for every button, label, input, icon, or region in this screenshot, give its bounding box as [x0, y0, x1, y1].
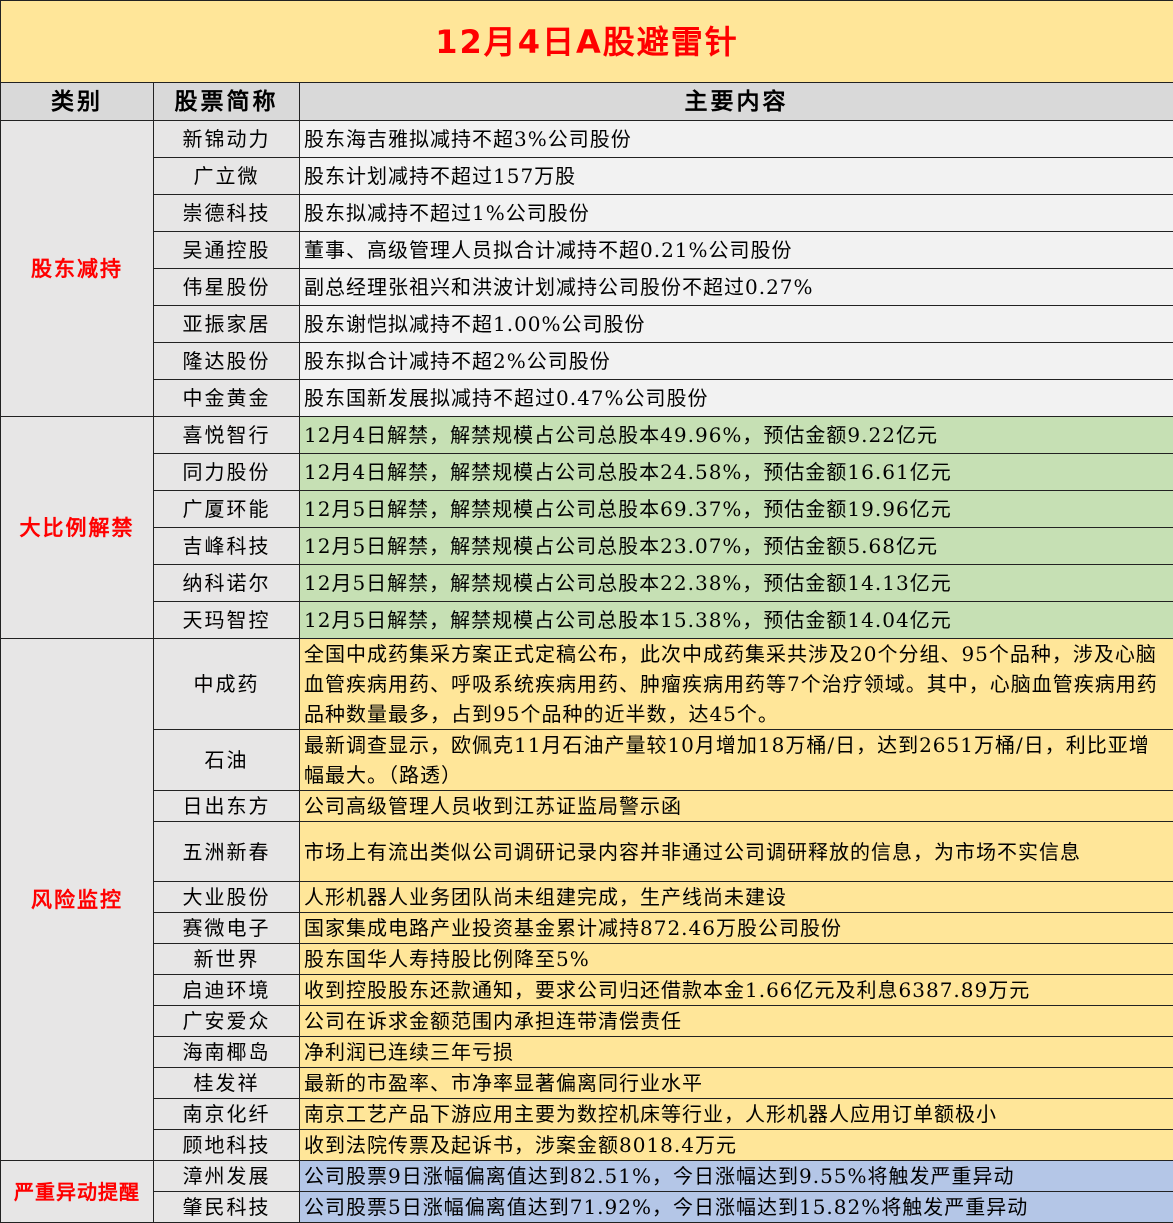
stock-name-cell: 中金黄金 [154, 380, 300, 417]
stock-name-cell: 新锦动力 [154, 121, 300, 158]
stock-name-cell: 南京化纤 [154, 1099, 300, 1130]
stock-name-cell: 吉峰科技 [154, 528, 300, 565]
stock-name-cell: 喜悦智行 [154, 417, 300, 454]
content-cell: 12月5日解禁，解禁规模占公司总股本15.38%，预估金额14.04亿元 [300, 602, 1173, 639]
stock-warning-table: 12月4日A股避雷针 类别 股票简称 主要内容 股东减持新锦动力股东海吉雅拟减持… [0, 0, 1173, 1223]
content-cell: 收到法院传票及起诉书，涉案金额8018.4万元 [300, 1130, 1173, 1161]
table-row: 新世界股东国华人寿持股比例降至5% [1, 944, 1173, 975]
content-cell: 南京工艺产品下游应用主要为数控机床等行业，人形机器人应用订单额极小 [300, 1099, 1173, 1130]
table-row: 吉峰科技12月5日解禁，解禁规模占公司总股本23.07%，预估金额5.68亿元 [1, 528, 1173, 565]
table-row: 纳科诺尔12月5日解禁，解禁规模占公司总股本22.38%，预估金额14.13亿元 [1, 565, 1173, 602]
stock-name-cell: 漳州发展 [154, 1161, 300, 1192]
content-cell: 最新调查显示，欧佩克11月石油产量较10月增加18万桶/日，达到2651万桶/日… [300, 730, 1173, 791]
content-cell: 董事、高级管理人员拟合计减持不超0.21%公司股份 [300, 232, 1173, 269]
stock-name-cell: 吴通控股 [154, 232, 300, 269]
table-row: 赛微电子国家集成电路产业投资基金累计减持872.46万股公司股份 [1, 913, 1173, 944]
content-cell: 股东拟减持不超过1%公司股份 [300, 195, 1173, 232]
stock-name-cell: 大业股份 [154, 882, 300, 913]
stock-name-cell: 启迪环境 [154, 975, 300, 1006]
content-cell: 股东国华人寿持股比例降至5% [300, 944, 1173, 975]
table-row: 桂发祥最新的市盈率、市净率显著偏离同行业水平 [1, 1068, 1173, 1099]
table-row: 大业股份人形机器人业务团队尚未组建完成，生产线尚未建设 [1, 882, 1173, 913]
table-row: 广厦环能12月5日解禁，解禁规模占公司总股本69.37%，预估金额19.96亿元 [1, 491, 1173, 528]
content-cell: 最新的市盈率、市净率显著偏离同行业水平 [300, 1068, 1173, 1099]
header-content: 主要内容 [300, 83, 1173, 121]
table-row: 伟星股份副总经理张祖兴和洪波计划减持公司股份不超过0.27% [1, 269, 1173, 306]
table-row: 严重异动提醒漳州发展公司股票9日涨幅偏离值达到82.51%，今日涨幅达到9.55… [1, 1161, 1173, 1192]
table-row: 启迪环境收到控股股东还款通知，要求公司归还借款本金1.66亿元及利息6387.8… [1, 975, 1173, 1006]
content-cell: 公司在诉求金额范围内承担连带清偿责任 [300, 1006, 1173, 1037]
table-row: 风险监控中成药全国中成药集采方案正式定稿公布，此次中成药集采共涉及20个分组、9… [1, 639, 1173, 730]
stock-name-cell: 海南椰岛 [154, 1037, 300, 1068]
table-row: 广安爱众公司在诉求金额范围内承担连带清偿责任 [1, 1006, 1173, 1037]
table-row: 日出东方公司高级管理人员收到江苏证监局警示函 [1, 791, 1173, 822]
header-row: 类别 股票简称 主要内容 [1, 83, 1173, 121]
category-cell: 严重异动提醒 [1, 1161, 154, 1223]
stock-name-cell: 顾地科技 [154, 1130, 300, 1161]
content-cell: 股东谢恺拟减持不超1.00%公司股份 [300, 306, 1173, 343]
table-row: 股东减持新锦动力股东海吉雅拟减持不超3%公司股份 [1, 121, 1173, 158]
stock-name-cell: 隆达股份 [154, 343, 300, 380]
content-cell: 股东海吉雅拟减持不超3%公司股份 [300, 121, 1173, 158]
content-cell: 公司股票9日涨幅偏离值达到82.51%，今日涨幅达到9.55%将触发严重异动 [300, 1161, 1173, 1192]
content-cell: 人形机器人业务团队尚未组建完成，生产线尚未建设 [300, 882, 1173, 913]
stock-name-cell: 赛微电子 [154, 913, 300, 944]
content-cell: 12月5日解禁，解禁规模占公司总股本23.07%，预估金额5.68亿元 [300, 528, 1173, 565]
table-row: 顾地科技收到法院传票及起诉书，涉案金额8018.4万元 [1, 1130, 1173, 1161]
content-cell: 股东拟合计减持不超2%公司股份 [300, 343, 1173, 380]
content-cell: 国家集成电路产业投资基金累计减持872.46万股公司股份 [300, 913, 1173, 944]
table-row: 崇德科技股东拟减持不超过1%公司股份 [1, 195, 1173, 232]
category-cell: 大比例解禁 [1, 417, 154, 639]
stock-name-cell: 石油 [154, 730, 300, 791]
stock-name-cell: 广安爱众 [154, 1006, 300, 1037]
table-row: 海南椰岛净利润已连续三年亏损 [1, 1037, 1173, 1068]
table-row: 广立微股东计划减持不超过157万股 [1, 158, 1173, 195]
table-row: 五洲新春市场上有流出类似公司调研记录内容并非通过公司调研释放的信息，为市场不实信… [1, 822, 1173, 882]
table-row: 亚振家居股东谢恺拟减持不超1.00%公司股份 [1, 306, 1173, 343]
category-cell: 股东减持 [1, 121, 154, 417]
content-cell: 公司股票5日涨幅偏离值达到71.92%，今日涨幅达到15.82%将触发严重异动 [300, 1192, 1173, 1223]
table-row: 大比例解禁喜悦智行12月4日解禁，解禁规模占公司总股本49.96%，预估金额9.… [1, 417, 1173, 454]
table-row: 吴通控股董事、高级管理人员拟合计减持不超0.21%公司股份 [1, 232, 1173, 269]
content-cell: 股东国新发展拟减持不超过0.47%公司股份 [300, 380, 1173, 417]
content-cell: 收到控股股东还款通知，要求公司归还借款本金1.66亿元及利息6387.89万元 [300, 975, 1173, 1006]
stock-name-cell: 纳科诺尔 [154, 565, 300, 602]
table-row: 中金黄金股东国新发展拟减持不超过0.47%公司股份 [1, 380, 1173, 417]
stock-name-cell: 崇德科技 [154, 195, 300, 232]
page-title: 12月4日A股避雷针 [1, 1, 1173, 83]
table-row: 石油最新调查显示，欧佩克11月石油产量较10月增加18万桶/日，达到2651万桶… [1, 730, 1173, 791]
table-row: 同力股份12月4日解禁，解禁规模占公司总股本24.58%，预估金额16.61亿元 [1, 454, 1173, 491]
stock-name-cell: 新世界 [154, 944, 300, 975]
stock-name-cell: 中成药 [154, 639, 300, 730]
content-cell: 12月5日解禁，解禁规模占公司总股本22.38%，预估金额14.13亿元 [300, 565, 1173, 602]
content-cell: 公司高级管理人员收到江苏证监局警示函 [300, 791, 1173, 822]
category-cell: 风险监控 [1, 639, 154, 1161]
stock-name-cell: 伟星股份 [154, 269, 300, 306]
content-cell: 副总经理张祖兴和洪波计划减持公司股份不超过0.27% [300, 269, 1173, 306]
content-cell: 全国中成药集采方案正式定稿公布，此次中成药集采共涉及20个分组、95个品种，涉及… [300, 639, 1173, 730]
stock-name-cell: 广立微 [154, 158, 300, 195]
stock-name-cell: 肇民科技 [154, 1192, 300, 1223]
table-row: 隆达股份股东拟合计减持不超2%公司股份 [1, 343, 1173, 380]
stock-name-cell: 天玛智控 [154, 602, 300, 639]
content-cell: 净利润已连续三年亏损 [300, 1037, 1173, 1068]
header-stock: 股票简称 [154, 83, 300, 121]
content-cell: 12月4日解禁，解禁规模占公司总股本24.58%，预估金额16.61亿元 [300, 454, 1173, 491]
stock-name-cell: 广厦环能 [154, 491, 300, 528]
stock-name-cell: 日出东方 [154, 791, 300, 822]
content-cell: 市场上有流出类似公司调研记录内容并非通过公司调研释放的信息，为市场不实信息 [300, 822, 1173, 882]
table-row: 南京化纤南京工艺产品下游应用主要为数控机床等行业，人形机器人应用订单额极小 [1, 1099, 1173, 1130]
table-row: 天玛智控12月5日解禁，解禁规模占公司总股本15.38%，预估金额14.04亿元 [1, 602, 1173, 639]
stock-name-cell: 桂发祥 [154, 1068, 300, 1099]
content-cell: 12月4日解禁，解禁规模占公司总股本49.96%，预估金额9.22亿元 [300, 417, 1173, 454]
stock-name-cell: 五洲新春 [154, 822, 300, 882]
stock-name-cell: 亚振家居 [154, 306, 300, 343]
header-category: 类别 [1, 83, 154, 121]
table-row: 肇民科技公司股票5日涨幅偏离值达到71.92%，今日涨幅达到15.82%将触发严… [1, 1192, 1173, 1223]
stock-name-cell: 同力股份 [154, 454, 300, 491]
content-cell: 股东计划减持不超过157万股 [300, 158, 1173, 195]
content-cell: 12月5日解禁，解禁规模占公司总股本69.37%，预估金额19.96亿元 [300, 491, 1173, 528]
